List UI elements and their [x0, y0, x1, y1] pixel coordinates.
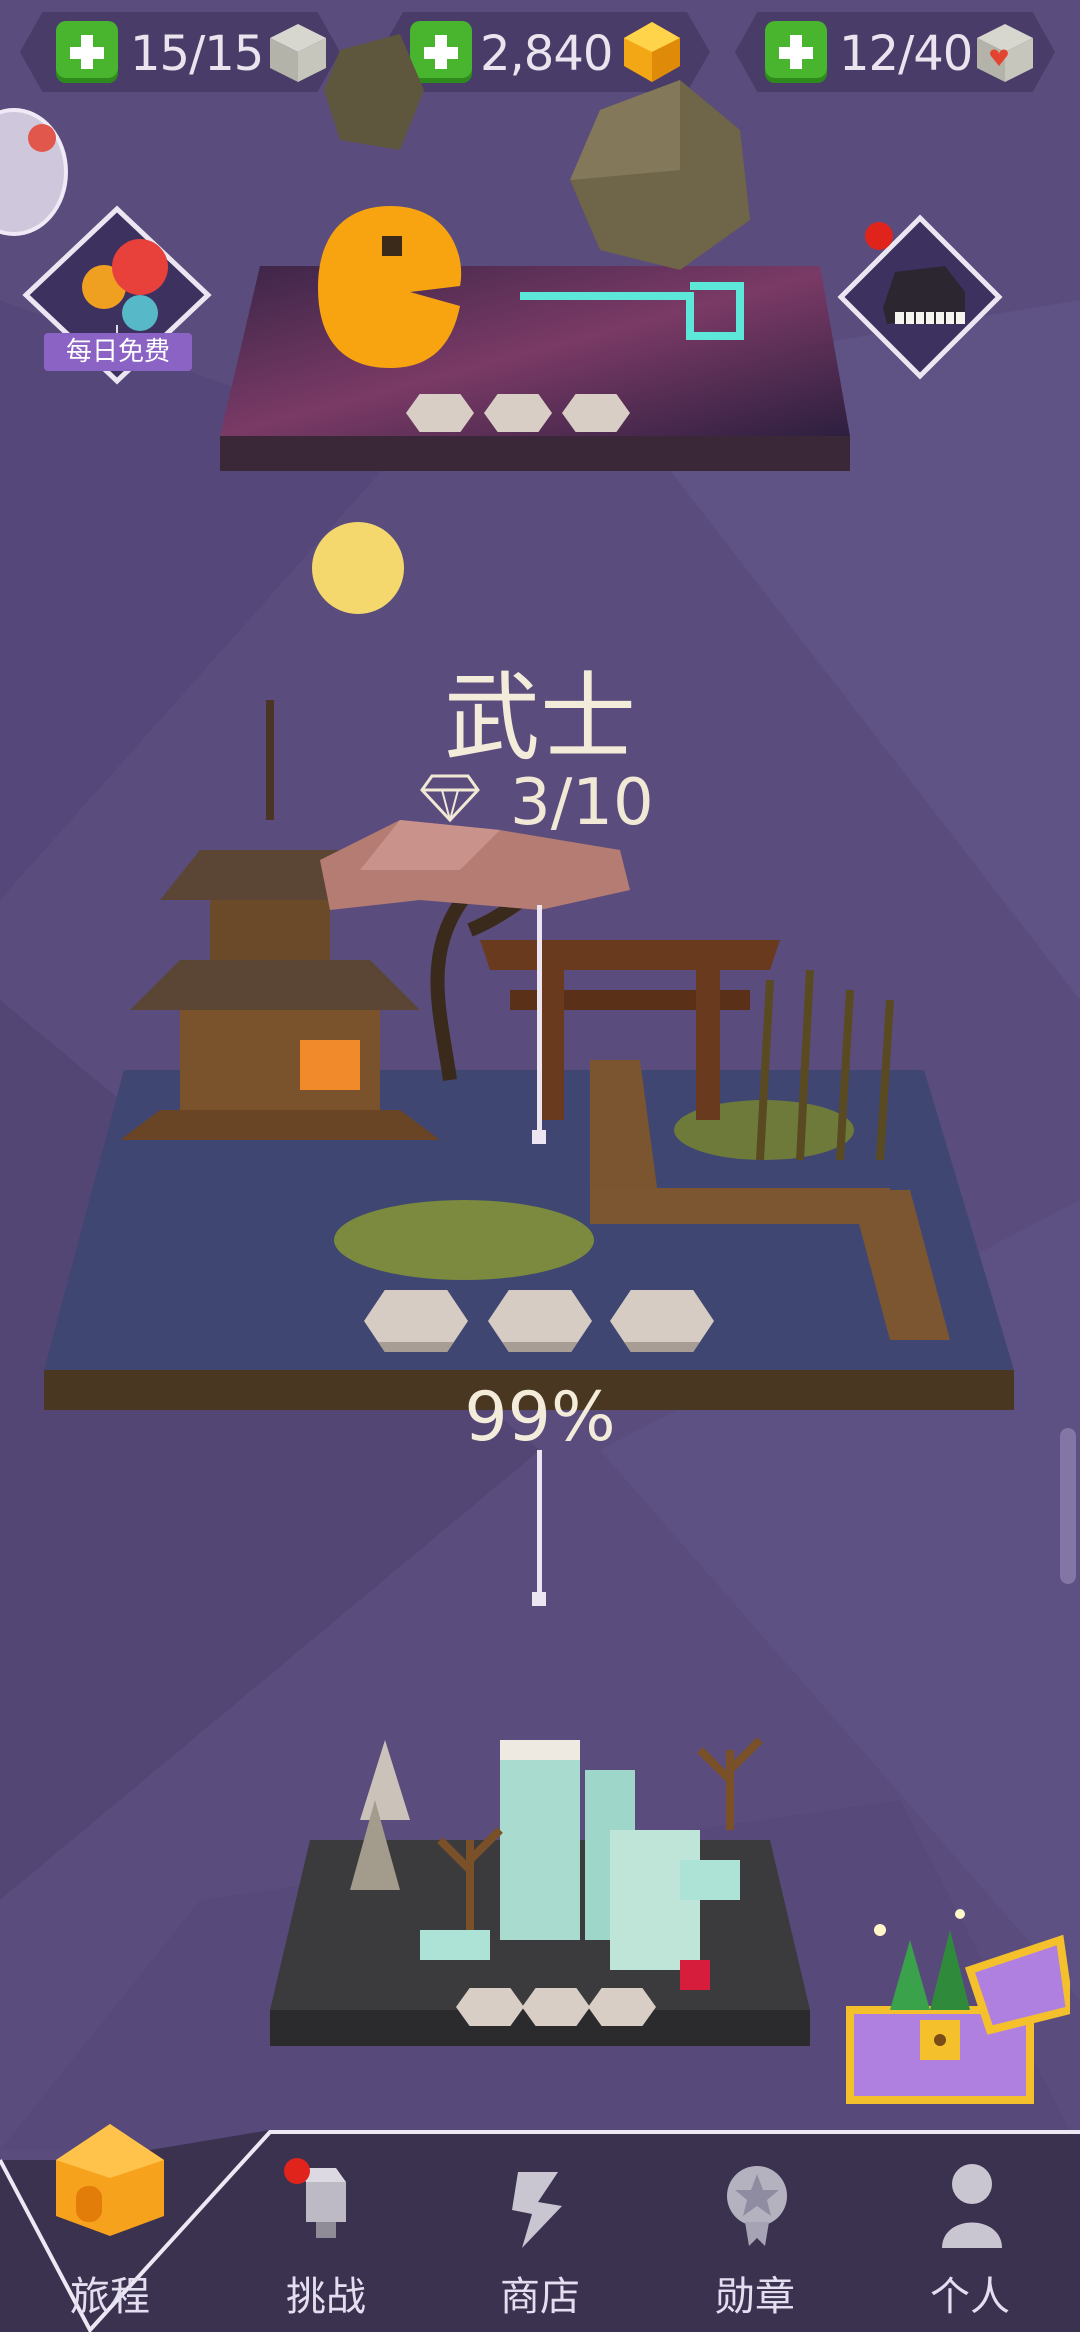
hearts-value: 12/40: [839, 26, 973, 82]
nav-challenge[interactable]: 挑战: [236, 2132, 416, 2332]
path-node: [532, 1592, 546, 1606]
grey-cube-icon: [270, 24, 326, 82]
level-progress: 99%: [464, 1378, 616, 1457]
nav-shop[interactable]: 商店: [450, 2132, 630, 2332]
nav-shop-label: 商店: [500, 2274, 580, 2320]
snowy-mountains: [350, 1737, 763, 1990]
notification-dot: [865, 222, 893, 250]
star-slot: [522, 1988, 590, 2026]
asteroid-rock: [324, 34, 424, 150]
daily-free-gift[interactable]: 每日免费: [22, 205, 212, 385]
star-slot: [588, 1988, 656, 2026]
profile-icon: [942, 2164, 1002, 2248]
home-icon: [56, 2124, 164, 2236]
treasure-chest-icon: [846, 1909, 1075, 2104]
notification-dot: [28, 124, 56, 152]
heart-cube-icon: [977, 24, 1033, 82]
treasure-chest[interactable]: [840, 1900, 1075, 2110]
add-cubes-button[interactable]: [56, 21, 118, 83]
star-slot: [406, 394, 474, 432]
shop-icon: [512, 2172, 562, 2248]
piano-button[interactable]: [835, 212, 1005, 382]
nav-profile-label: 个人: [930, 2274, 1010, 2320]
path-node: [532, 1130, 546, 1144]
notification-dot: [284, 2158, 310, 2184]
star-slot: [562, 394, 630, 432]
daily-free-label: 每日免费: [44, 333, 192, 371]
path-connector: [537, 905, 542, 1135]
star-slot: [484, 394, 552, 432]
star-slot: [488, 1290, 592, 1352]
pacman-character: [318, 206, 462, 368]
nav-medals-label: 勋章: [715, 2274, 795, 2320]
medal-icon: [727, 2166, 787, 2246]
star-slot: [610, 1290, 714, 1352]
nav-challenge-label: 挑战: [286, 2274, 366, 2320]
cubes-value: 15/15: [130, 26, 264, 82]
nav-journey[interactable]: 旅程: [20, 2124, 200, 2332]
nav-journey-label: 旅程: [70, 2274, 150, 2320]
hearts-counter[interactable]: 12/40: [735, 12, 1055, 92]
star-slot: [456, 1988, 524, 2026]
add-hearts-button[interactable]: [765, 21, 827, 83]
asteroid-rock: [570, 80, 750, 270]
nav-profile[interactable]: 个人: [880, 2132, 1060, 2332]
star-slot: [364, 1290, 468, 1352]
cubes-counter[interactable]: 15/15: [20, 12, 340, 92]
moon: [312, 522, 404, 614]
scrollbar[interactable]: [1060, 1428, 1076, 1584]
path-connector: [537, 1450, 542, 1600]
nav-medals[interactable]: 勋章: [665, 2132, 845, 2332]
piano-icon: [837, 214, 1003, 380]
bottom-nav: 旅程 挑战 商店 勋章 个人: [0, 2124, 1080, 2332]
